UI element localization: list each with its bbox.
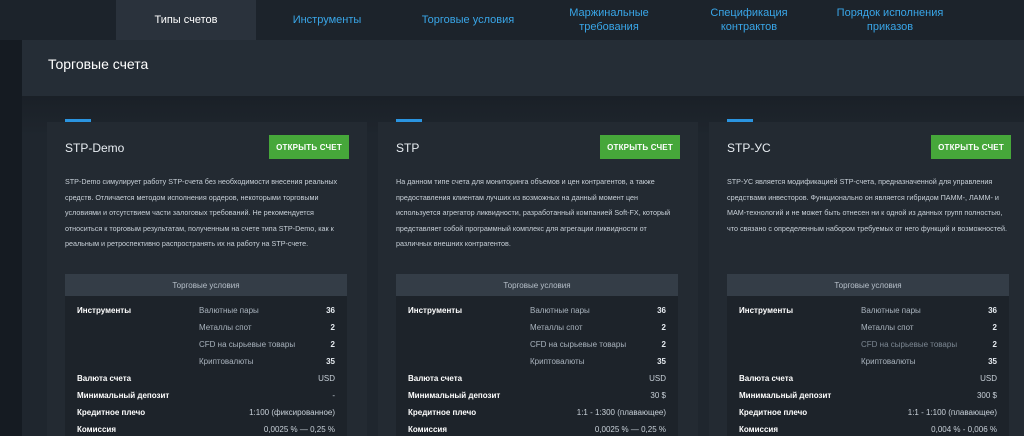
card-accent-bar (396, 119, 422, 122)
instrument-count: 35 (988, 357, 997, 366)
condition-label: Кредитное плечо (739, 408, 808, 417)
instrument-name: Криптовалюты (861, 357, 916, 366)
instrument-count: 36 (657, 306, 666, 315)
trading-conditions-header: Торговые условия (396, 274, 678, 296)
tab-account-types[interactable]: Типы счетов (116, 0, 256, 40)
condition-label: Кредитное плечо (408, 408, 477, 417)
condition-label: Валюта счета (77, 374, 132, 383)
tab-margin-requirements[interactable]: Маржинальные требования (546, 0, 672, 40)
instrument-count: 2 (330, 340, 335, 349)
instrument-name: Металлы спот (530, 323, 583, 332)
instrument-name: CFD на сырьевые товары (530, 340, 627, 349)
card-description: STP-УС является модификацией STP-счета, … (727, 177, 1007, 233)
condition-value: 1:1 - 1:100 (плавающее) (907, 408, 997, 417)
tab-contract-specification[interactable]: Спецификация контрактов (682, 0, 816, 40)
condition-label: Минимальный депозит (408, 391, 501, 400)
instrument-count: 36 (326, 306, 335, 315)
condition-value: 0,0025 % — 0,25 % (263, 425, 335, 434)
instrument-name: Криптовалюты (199, 357, 254, 366)
condition-value: 0,004 % - 0,006 % (931, 425, 997, 434)
condition-value: 0,0025 % — 0,25 % (594, 425, 666, 434)
instruments-label: Инструменты (739, 306, 794, 315)
card-description: На данном типе счета для мониторинга объ… (396, 177, 671, 249)
instrument-count: 2 (992, 323, 997, 332)
condition-value: - (332, 391, 335, 400)
instrument-name: CFD на сырьевые товары (861, 340, 958, 349)
instrument-name: Криптовалюты (530, 357, 585, 366)
instrument-count: 2 (992, 340, 997, 349)
trading-conditions-header: Торговые условия (65, 274, 347, 296)
condition-label: Минимальный депозит (739, 391, 832, 400)
instrument-count: 35 (326, 357, 335, 366)
instrument-name: Валютные пары (530, 306, 590, 315)
top-navigation: Типы счетов Инструменты Торговые условия… (0, 0, 1024, 40)
card-accent-bar (727, 119, 753, 122)
account-card-stp-us: STP-УС ОТКРЫТЬ СЧЕТ STP-УС является модифи… (709, 119, 1024, 436)
instrument-count: 2 (661, 340, 666, 349)
instrument-count: 2 (661, 323, 666, 332)
condition-value: USD (318, 374, 335, 383)
condition-label: Минимальный депозит (77, 391, 170, 400)
page-title: Торговые счета (48, 56, 149, 72)
condition-value: USD (649, 374, 666, 383)
instrument-count: 36 (988, 306, 997, 315)
card-title: STP (396, 141, 420, 155)
condition-value: 300 $ (976, 391, 997, 400)
trading-conditions-table: Инструменты Валютные пары 36 Металлы спот 2 C… (65, 296, 347, 436)
condition-label: Валюта счета (739, 374, 794, 383)
panel-header: Торговые счета (22, 40, 1024, 96)
tab-order-execution[interactable]: Порядок исполнения приказов (822, 0, 958, 40)
condition-value: 1:100 (фиксированное) (249, 408, 335, 417)
condition-value: 30 $ (650, 391, 666, 400)
open-account-button[interactable]: ОТКРЫТЬ СЧЕТ (931, 135, 1011, 159)
condition-label: Валюта счета (408, 374, 463, 383)
card-description: STP-Demo симулирует работу STP-счета без… (65, 177, 338, 249)
condition-label: Комиссия (739, 425, 778, 434)
instrument-name: CFD на сырьевые товары (199, 340, 296, 349)
instruments-label: Инструменты (408, 306, 463, 315)
instruments-label: Инструменты (77, 306, 132, 315)
condition-label: Комиссия (77, 425, 116, 434)
trading-conditions-table: Инструменты Валютные пары 36 Металлы спот 2 C… (396, 296, 678, 436)
account-card-stp-demo: STP-Demo ОТКРЫТЬ СЧЕТ STP-Demo симулирует … (47, 119, 367, 436)
instrument-name: Металлы спот (199, 323, 252, 332)
tab-instruments[interactable]: Инструменты (262, 0, 392, 40)
condition-label: Кредитное плечо (77, 408, 146, 417)
condition-value: 1:1 - 1:300 (плавающее) (576, 408, 666, 417)
condition-label: Комиссия (408, 425, 447, 434)
open-account-button[interactable]: ОТКРЫТЬ СЧЕТ (600, 135, 680, 159)
card-title: STP-Demo (65, 141, 125, 155)
instrument-name: Валютные пары (199, 306, 259, 315)
condition-value: USD (980, 374, 997, 383)
open-account-button[interactable]: ОТКРЫТЬ СЧЕТ (269, 135, 349, 159)
tab-trading-conditions[interactable]: Торговые условия (398, 0, 538, 40)
trading-conditions-header: Торговые условия (727, 274, 1009, 296)
trading-conditions-table: Инструменты Валютные пары 36 Металлы спот 2 C… (727, 296, 1009, 436)
account-card-stp: STP ОТКРЫТЬ СЧЕТ На данном типе счета для … (378, 119, 698, 436)
card-accent-bar (65, 119, 91, 122)
instrument-name: Валютные пары (861, 306, 921, 315)
instrument-count: 35 (657, 357, 666, 366)
instrument-name: Металлы спот (861, 323, 914, 332)
instrument-count: 2 (330, 323, 335, 332)
card-title: STP-УС (727, 141, 771, 155)
